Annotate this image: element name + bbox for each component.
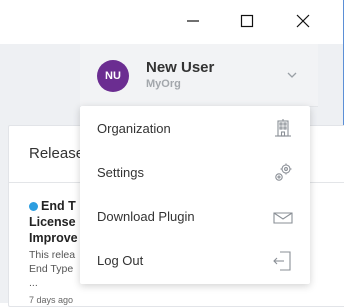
maximize-icon — [240, 14, 254, 28]
menu-item-label: Settings — [97, 165, 144, 180]
close-button[interactable] — [280, 6, 326, 36]
tray-download-icon — [273, 212, 293, 224]
release-timestamp: 7 days ago — [29, 295, 74, 305]
menu-item-download-plugin[interactable]: Download Plugin — [80, 195, 310, 239]
menu-item-label: Organization — [97, 121, 171, 136]
minimize-button[interactable] — [170, 6, 216, 36]
building-icon — [275, 119, 291, 137]
close-icon — [296, 14, 310, 28]
minimize-icon — [187, 20, 199, 22]
app-window: Releases End T License Improve This rele… — [0, 0, 344, 307]
chevron-down-icon — [287, 72, 297, 78]
user-dropdown-menu: Organization Settings Download Plugin Lo… — [80, 106, 310, 284]
user-menu-toggle[interactable]: NU New User MyOrg — [80, 44, 318, 107]
menu-item-label: Download Plugin — [97, 209, 195, 224]
title-bar — [0, 0, 343, 44]
release-description: ... — [29, 277, 38, 289]
user-org: MyOrg — [146, 78, 181, 90]
gears-icon — [275, 163, 292, 181]
maximize-button[interactable] — [224, 6, 270, 36]
release-description: This relea — [29, 249, 76, 261]
menu-item-organization[interactable]: Organization — [80, 107, 310, 151]
user-name: New User — [146, 59, 215, 76]
release-description: End Type — [29, 263, 74, 275]
menu-item-label: Log Out — [97, 253, 144, 268]
menu-item-log-out[interactable]: Log Out — [80, 239, 310, 283]
menu-item-settings[interactable]: Settings — [80, 151, 310, 195]
avatar: NU — [97, 60, 129, 92]
logout-door-icon — [273, 251, 291, 271]
